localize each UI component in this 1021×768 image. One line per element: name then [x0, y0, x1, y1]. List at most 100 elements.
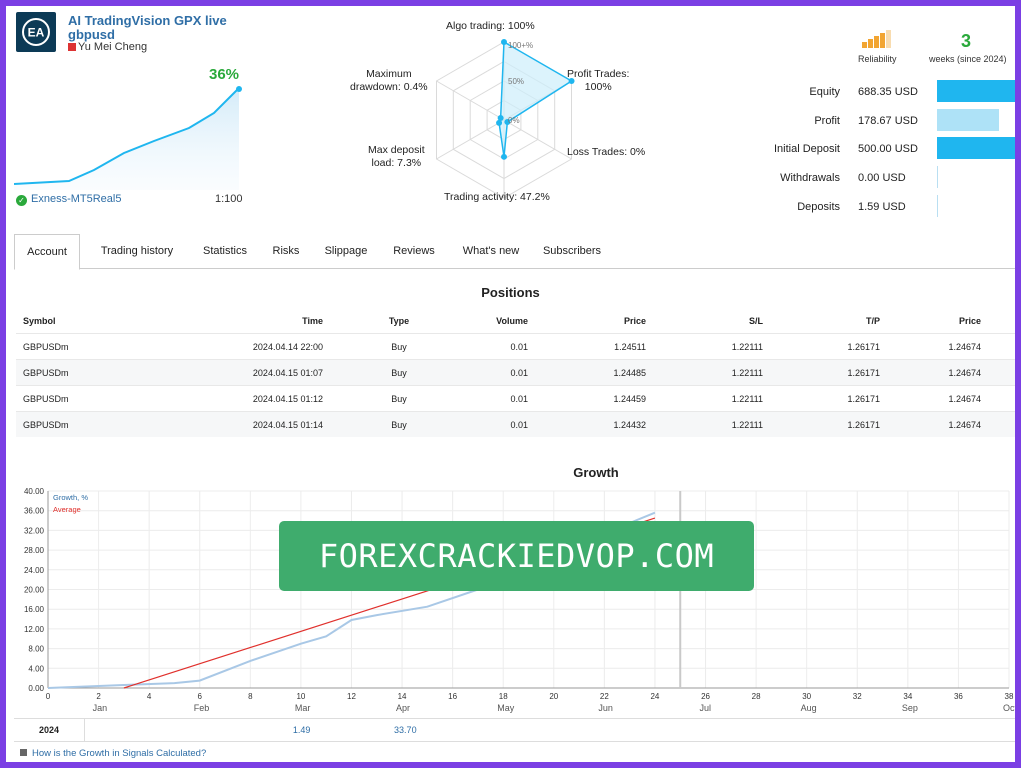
- signal-page: EA AI TradingVision GPX live gbpusd Yu M…: [6, 6, 1015, 762]
- cell-price: 1.24459: [613, 393, 646, 404]
- cell-volume: 0.01: [510, 367, 528, 378]
- radar-scale-100: 100+%: [508, 41, 533, 50]
- x-tick-label: 24: [650, 692, 659, 700]
- month-label: Jun: [598, 703, 613, 713]
- tab-account[interactable]: Account: [14, 234, 80, 270]
- y-tick-label: 20.00: [24, 586, 45, 595]
- col-symbol[interactable]: Symbol: [16, 308, 104, 334]
- reliability-bar: [862, 42, 867, 48]
- tab-slippage[interactable]: Slippage: [316, 234, 376, 268]
- stat-bar: [937, 137, 1015, 159]
- x-tick-label: 36: [954, 692, 963, 700]
- table-row: GBPUSDm 2024.04.15 01:12 Buy 0.01 1.2445…: [16, 385, 1015, 412]
- cell-time: 2024.04.14 22:00: [252, 341, 323, 352]
- y-tick-label: 4.00: [28, 664, 44, 673]
- cell-price: 1.24432: [613, 419, 646, 430]
- cell-tp: 1.26171: [847, 367, 880, 378]
- stat-value: 0.00 USD: [858, 172, 906, 184]
- stat-label: Profit: [814, 115, 840, 127]
- stat-value: 178.67 USD: [858, 115, 918, 127]
- stat-withdrawals: Withdrawals 0.00 USD: [736, 165, 1015, 191]
- radar-label-deposit-load: Max deposit load: 7.3%: [368, 144, 425, 169]
- y-tick-label: 40.00: [24, 487, 45, 496]
- reliability-bar: [874, 36, 879, 48]
- col-type[interactable]: Type: [324, 308, 474, 334]
- y-tick-label: 24.00: [24, 566, 45, 575]
- col-tp[interactable]: T/P: [764, 308, 881, 334]
- x-tick-label: 6: [198, 692, 203, 700]
- mini-growth-chart: [14, 86, 242, 190]
- cell-time: 2024.04.15 01:07: [252, 367, 323, 378]
- y-tick-label: 36.00: [24, 507, 45, 516]
- year-month-value: 1.49: [292, 725, 311, 735]
- cell-volume: 0.01: [510, 393, 528, 404]
- x-tick-label: 2: [96, 692, 101, 700]
- col-sl[interactable]: S/L: [647, 308, 764, 334]
- signal-header: EA AI TradingVision GPX live gbpusd Yu M…: [16, 12, 256, 56]
- stat-bar: [937, 195, 938, 217]
- mini-growth-area: [14, 88, 239, 190]
- tab-trading-history[interactable]: Trading history: [92, 234, 182, 268]
- cell-tp: 1.26171: [847, 419, 880, 430]
- stat-bar: [937, 166, 938, 188]
- x-tick-label: 0: [46, 692, 51, 700]
- radar-scale-0: 0%: [508, 116, 520, 125]
- reliability-bar: [886, 30, 891, 48]
- broker-server[interactable]: ✓ Exness-MT5Real5: [16, 193, 121, 206]
- reliability-bar: [880, 33, 885, 48]
- author-name[interactable]: Yu Mei Cheng: [78, 41, 147, 53]
- stat-label: Equity: [809, 86, 840, 98]
- col-price-open[interactable]: Price: [529, 308, 647, 334]
- signal-title[interactable]: AI TradingVision GPX live: [68, 13, 227, 28]
- tab-subscribers[interactable]: Subscribers: [536, 234, 608, 268]
- tab-whats-new[interactable]: What's new: [454, 234, 528, 268]
- y-tick-label: 16.00: [24, 605, 45, 614]
- radar-label-drawdown: Maximum drawdown: 0.4%: [350, 68, 428, 93]
- tab-reviews[interactable]: Reviews: [386, 234, 442, 268]
- tab-statistics[interactable]: Statistics: [192, 234, 258, 268]
- x-tick-label: 26: [701, 692, 710, 700]
- cell-tp: 1.26171: [847, 393, 880, 404]
- tab-risks[interactable]: Risks: [266, 234, 306, 268]
- watermark-banner: FOREXCRACKIEDVOP.COM: [279, 521, 754, 591]
- cell-type: Buy: [391, 419, 407, 430]
- radar-label-algo: Algo trading: 100%: [446, 20, 535, 32]
- x-tick-label: 14: [398, 692, 407, 700]
- radar-chart: 100+% 50% 0%: [436, 39, 575, 199]
- weeks-label: weeks (since 2024): [929, 54, 1007, 64]
- radar-point: [501, 39, 507, 45]
- stat-label: Deposits: [797, 201, 840, 213]
- reliability-label: Reliability: [858, 54, 897, 64]
- cell-symbol: GBPUSDm: [23, 419, 69, 430]
- signal-symbol: gbpusd: [68, 27, 115, 42]
- table-row: GBPUSDm 2024.04.15 01:14 Buy 0.01 1.2443…: [16, 411, 1015, 437]
- x-tick-label: 18: [499, 692, 508, 700]
- radar-point: [497, 115, 504, 122]
- year-divider: [84, 719, 85, 741]
- stat-value: 500.00 USD: [858, 143, 918, 155]
- avatar[interactable]: EA: [16, 12, 56, 52]
- month-label: Mar: [294, 703, 311, 713]
- col-price-current[interactable]: Price: [881, 308, 1015, 334]
- weeks-count: 3: [961, 31, 972, 51]
- cell-type: Buy: [391, 341, 407, 352]
- cell-price-current: 1.24674: [948, 341, 981, 352]
- month-label: Apr: [396, 703, 411, 713]
- stat-profit: Profit 178.67 USD: [736, 108, 1015, 134]
- cell-symbol: GBPUSDm: [23, 393, 69, 404]
- cell-sl: 1.22111: [731, 341, 763, 352]
- stat-label: Withdrawals: [780, 172, 840, 184]
- stat-equity: Equity 688.35 USD: [736, 79, 1015, 105]
- cell-sl: 1.22111: [731, 393, 763, 404]
- y-tick-label: 28.00: [24, 546, 45, 555]
- month-label: Oct: [1003, 703, 1015, 713]
- growth-calc-link[interactable]: How is the Growth in Signals Calculated?: [20, 748, 206, 759]
- col-time[interactable]: Time: [104, 308, 324, 334]
- cell-price-current: 1.24674: [948, 419, 981, 430]
- legend-average: Average: [53, 505, 81, 514]
- table-header-row: Symbol Time Type Volume Price S/L T/P Pr…: [16, 308, 1015, 334]
- stat-initial-deposit: Initial Deposit 500.00 USD: [736, 136, 1015, 162]
- month-label: Jan: [92, 703, 108, 713]
- col-volume[interactable]: Volume: [474, 308, 529, 334]
- cell-volume: 0.01: [510, 419, 528, 430]
